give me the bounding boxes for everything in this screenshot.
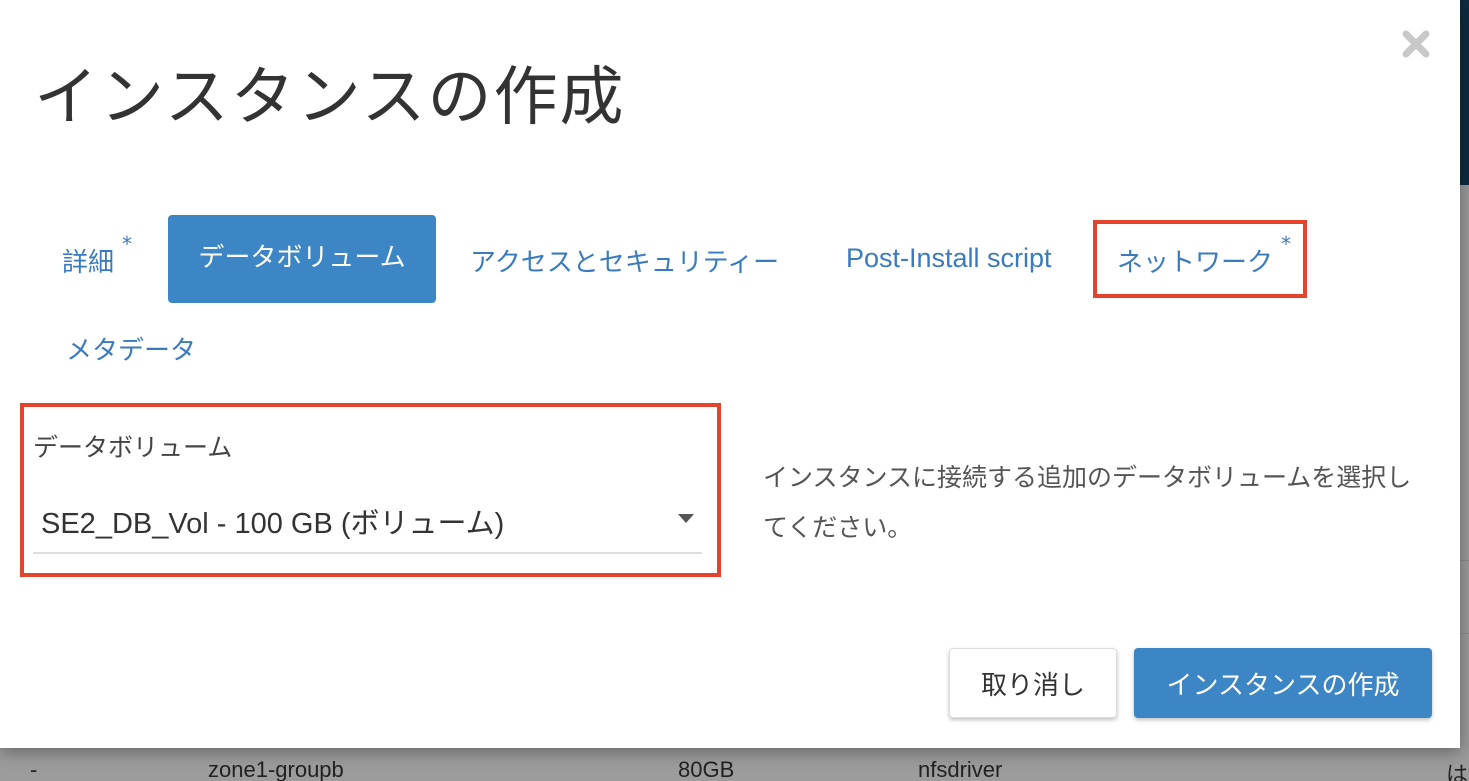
background-cell-size: 80GB (678, 757, 735, 781)
data-volume-label: データボリューム (33, 433, 233, 462)
tab-label: Post-Install script (846, 243, 1052, 273)
background-cell-driver: nfsdriver (918, 757, 1003, 781)
data-volume-help-text: インスタンスに接続する追加のデータボリュームを選択してください。 (763, 463, 1412, 542)
network-tab-highlight (1093, 220, 1307, 298)
background-cell-trailing: は (1446, 762, 1469, 781)
create-instance-modal: インスタンスの作成 詳細 * データボリューム アクセスとセキュリティー Pos… (0, 0, 1460, 748)
tab-label: データボリューム (198, 243, 406, 273)
tab-data-volume[interactable]: データボリューム (168, 215, 436, 303)
tab-post-install-script[interactable]: Post-Install script (846, 243, 1052, 274)
data-volume-select[interactable]: SE2_DB_Vol - 100 GB (ボリューム) (33, 488, 702, 554)
close-icon[interactable] (1398, 26, 1434, 62)
tab-details[interactable]: 詳細 * (62, 232, 132, 279)
required-marker: * (122, 232, 132, 256)
tab-metadata[interactable]: メタデータ (66, 330, 196, 367)
modal-title: インスタンスの作成 (34, 61, 626, 135)
tab-access-security[interactable]: アクセスとセキュリティー (470, 242, 779, 279)
background-cell-dash: - (30, 757, 38, 781)
tab-label: 詳細 (62, 248, 115, 278)
cancel-button[interactable]: 取り消し (949, 648, 1117, 718)
tab-label: アクセスとセキュリティー (470, 248, 780, 278)
create-instance-button[interactable]: インスタンスの作成 (1134, 648, 1432, 718)
data-volume-selected-value: SE2_DB_Vol - 100 GB (ボリューム) (41, 508, 505, 540)
tab-label: メタデータ (66, 336, 197, 366)
chevron-down-icon (678, 514, 694, 523)
background-cell-zone: zone1-groupb (208, 757, 344, 781)
